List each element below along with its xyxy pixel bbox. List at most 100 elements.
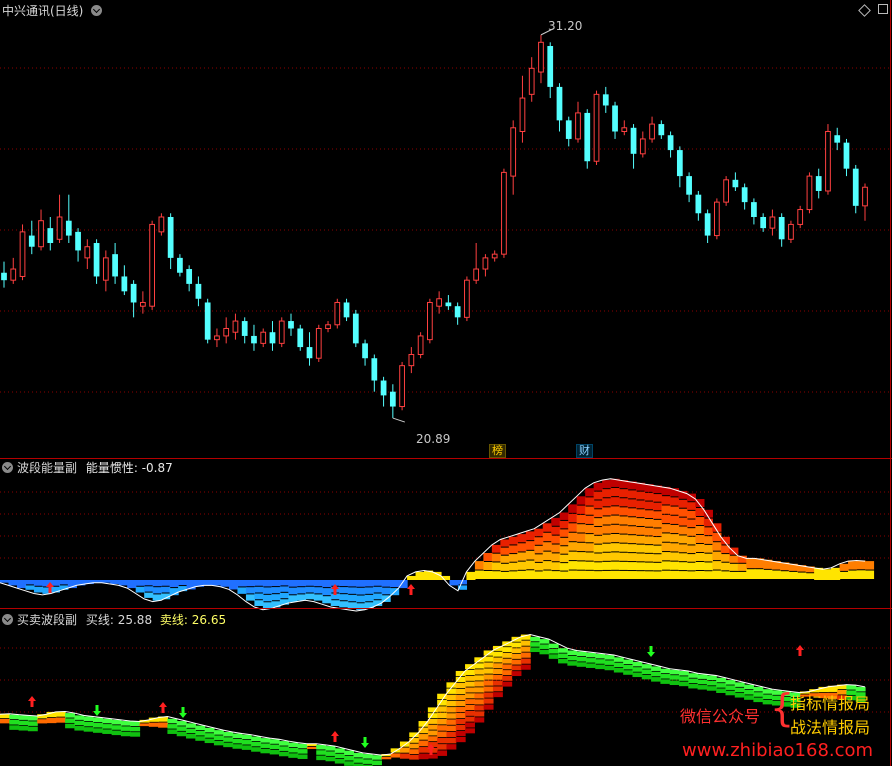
energy-bar <box>686 510 696 519</box>
band-bar <box>83 721 94 727</box>
energy-bar <box>652 494 663 502</box>
energy-bar <box>525 541 535 550</box>
band-bar <box>846 685 857 690</box>
band-bar <box>93 722 103 728</box>
band-bar <box>725 685 736 690</box>
energy-bar <box>491 562 501 571</box>
band-bar <box>502 664 513 670</box>
energy-bar <box>356 603 366 611</box>
energy-bar <box>33 580 44 586</box>
band-bar <box>465 675 475 681</box>
energy-bar <box>517 561 527 570</box>
energy-bar <box>602 534 612 543</box>
energy-bar <box>788 571 798 579</box>
energy-bar <box>568 542 578 551</box>
energy-bar <box>0 580 10 583</box>
energy-bar <box>152 580 162 587</box>
band-bar <box>260 738 271 743</box>
candle-body <box>343 302 350 318</box>
energy-bar <box>644 553 654 562</box>
energy-bar <box>271 580 281 587</box>
band-title: 买卖波段副 <box>17 613 78 627</box>
energy-bar <box>245 594 256 601</box>
band-bar <box>325 751 336 756</box>
energy-bar <box>771 570 781 579</box>
band-bar <box>427 753 438 759</box>
energy-bar <box>491 544 501 553</box>
energy-bar <box>559 520 569 529</box>
band-bar <box>102 718 113 724</box>
dropdown-chevron-icon[interactable] <box>2 462 13 473</box>
candle-body <box>223 327 230 337</box>
band-bar <box>483 662 494 668</box>
energy-bar <box>856 570 866 579</box>
energy-bar <box>669 524 680 534</box>
band-bar <box>213 730 224 735</box>
energy-bar <box>356 580 366 587</box>
energy-bar <box>686 562 696 571</box>
energy-bar <box>602 498 612 507</box>
band-bar <box>576 656 587 662</box>
energy-bar <box>576 561 586 570</box>
energy-bar <box>152 594 162 601</box>
band-bar <box>83 716 94 722</box>
band-bar <box>483 686 494 692</box>
band-bar <box>502 647 513 653</box>
dropdown-chevron-icon[interactable] <box>91 5 103 16</box>
energy-bar <box>602 543 612 552</box>
band-bar <box>660 674 671 679</box>
band-bar <box>483 656 494 662</box>
band-bar <box>483 698 494 704</box>
energy-bar <box>288 595 298 602</box>
energy-bar <box>542 532 552 542</box>
band-bar <box>604 655 615 660</box>
candle-body <box>797 209 804 225</box>
candle-body <box>371 358 378 381</box>
band-bar <box>725 690 736 696</box>
band-bar <box>604 665 615 671</box>
energy-bar <box>127 580 137 589</box>
energy-bar <box>474 570 484 579</box>
energy-bar <box>619 570 629 579</box>
energy-bar <box>551 571 561 579</box>
band-bar <box>223 742 234 748</box>
candle-body <box>473 268 480 281</box>
energy-bar <box>212 580 222 586</box>
band-bar <box>632 672 643 678</box>
finance-tag[interactable]: 财 <box>576 444 593 458</box>
main-panel-title[interactable]: 中兴通讯(日线) <box>2 4 106 18</box>
energy-bar <box>661 524 671 533</box>
stock-chart[interactable] <box>0 0 892 766</box>
candle-body <box>815 176 822 191</box>
energy-bar <box>576 524 586 533</box>
maximize-icon[interactable] <box>878 4 888 14</box>
energy-bar <box>364 587 374 594</box>
band-bar <box>455 730 466 737</box>
energy-bar <box>576 514 586 524</box>
energy-bar <box>542 561 552 570</box>
watermark-url[interactable]: www.zhibiao168.com <box>682 740 873 761</box>
rank-tag[interactable]: 榜 <box>489 444 506 458</box>
band-bar <box>567 650 578 656</box>
candle-body <box>352 313 359 344</box>
energy-panel-title[interactable]: 波段能量副 能量惯性: -0.87 <box>2 461 173 475</box>
band-bar <box>465 699 475 705</box>
dropdown-chevron-icon[interactable] <box>2 614 13 625</box>
energy-bar <box>576 552 586 561</box>
energy-bar <box>559 537 569 546</box>
band-bar <box>632 661 643 667</box>
band-bar <box>483 674 494 680</box>
band-bar <box>130 721 141 727</box>
energy-bar <box>627 553 637 562</box>
energy-bar <box>678 553 688 562</box>
candle-body <box>667 135 674 151</box>
candle-body <box>93 243 100 277</box>
band-bar <box>176 726 187 731</box>
energy-bar <box>576 542 586 552</box>
band-panel-title[interactable]: 买卖波段副 买线: 25.88 卖线: 26.65 <box>2 613 226 627</box>
band-bar <box>409 749 420 755</box>
band-bar <box>511 642 522 648</box>
energy-bar <box>610 515 620 524</box>
band-bar <box>753 686 764 692</box>
band-bar <box>688 683 699 689</box>
